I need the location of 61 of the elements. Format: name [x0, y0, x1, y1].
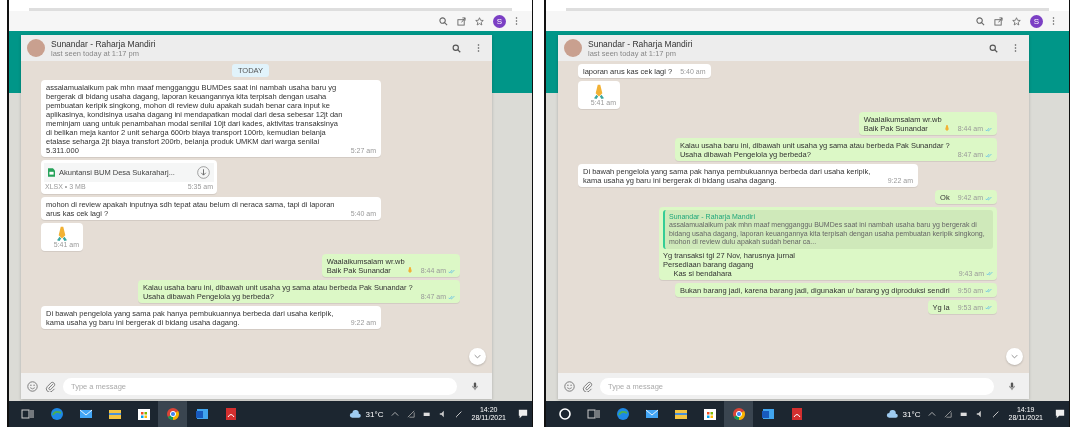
notification-icon[interactable]	[518, 409, 528, 419]
microphone-icon[interactable]	[472, 381, 478, 391]
document-icon	[194, 407, 209, 421]
weather-temperature[interactable]: 31°C	[365, 409, 384, 419]
spreadsheet-file-icon	[48, 168, 55, 177]
envelope-icon	[78, 407, 93, 421]
folder-icon	[673, 407, 688, 421]
menu-icon[interactable]	[515, 16, 518, 26]
double-check-icon	[448, 268, 455, 274]
taskbar-button[interactable]	[158, 401, 187, 427]
microphone-icon[interactable]	[1009, 381, 1015, 391]
zoom-icon[interactable]	[976, 16, 985, 26]
taskbar-button[interactable]	[724, 401, 753, 427]
double-check-icon	[448, 294, 455, 300]
circle-icon	[557, 407, 572, 421]
round-logo-icon	[731, 407, 746, 421]
double-check-icon	[985, 126, 992, 132]
double-check-icon	[986, 271, 993, 276]
double-check-icon	[985, 305, 992, 310]
double-check-icon	[985, 152, 992, 158]
zoom-icon[interactable]	[439, 16, 448, 26]
contact-name: Sunandar - Raharja Mandiri	[51, 38, 157, 49]
chevron-up-icon[interactable]	[928, 410, 937, 418]
battery-icon[interactable]	[423, 410, 432, 418]
task-view-icon	[586, 407, 601, 421]
notification-icon[interactable]	[1055, 409, 1065, 419]
praying-hands-icon	[56, 226, 68, 241]
share-icon[interactable]	[994, 16, 1003, 26]
weather-temperature[interactable]: 31°C	[902, 409, 921, 419]
round-logo-icon	[165, 407, 180, 421]
star-icon[interactable]	[1012, 16, 1021, 26]
contact-name: Sunandar - Raharja Mandiri	[588, 38, 694, 49]
envelope-icon	[644, 407, 659, 421]
star-icon[interactable]	[475, 16, 484, 26]
download-icon[interactable]	[197, 166, 210, 179]
paperclip-icon[interactable]	[45, 380, 56, 392]
search-icon[interactable]	[989, 43, 998, 53]
task-view-icon	[20, 407, 35, 421]
profile-avatar[interactable]: S	[493, 14, 506, 28]
cloud-icon[interactable]	[348, 409, 362, 419]
folder-icon	[107, 407, 122, 421]
menu-icon[interactable]	[1014, 43, 1017, 53]
double-check-icon	[985, 288, 992, 293]
chevron-down-icon	[474, 354, 481, 359]
menu-icon[interactable]	[1052, 16, 1055, 26]
network-icon[interactable]	[407, 410, 416, 418]
chevron-down-icon	[1011, 354, 1018, 359]
cloud-icon[interactable]	[885, 409, 899, 419]
search-icon[interactable]	[452, 43, 461, 53]
praying-hands-icon	[593, 84, 605, 99]
double-check-icon	[985, 195, 992, 201]
profile-avatar[interactable]: S	[1030, 14, 1043, 28]
network-icon[interactable]	[944, 410, 953, 418]
share-icon[interactable]	[457, 16, 466, 26]
swirl-icon	[49, 407, 64, 421]
menu-icon[interactable]	[477, 43, 480, 53]
battery-icon[interactable]	[960, 410, 969, 418]
swirl-icon	[615, 407, 630, 421]
chevron-up-icon[interactable]	[391, 410, 400, 418]
paperclip-icon[interactable]	[582, 380, 593, 392]
document-icon	[760, 407, 775, 421]
